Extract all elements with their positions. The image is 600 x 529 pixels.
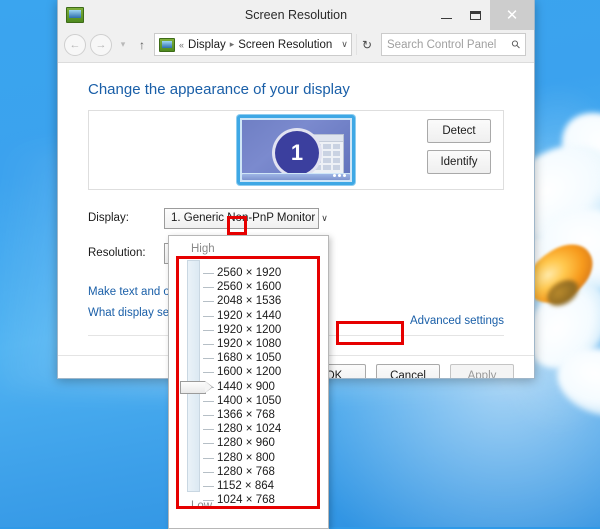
resolution-option[interactable]: 1280 × 768 — [217, 466, 275, 478]
display-select-value: 1. Generic Non-PnP Monitor — [171, 212, 316, 224]
resolution-option[interactable]: 1280 × 960 — [217, 437, 275, 449]
monitor-number-badge: 1 — [272, 128, 322, 173]
minimize-button[interactable] — [432, 0, 461, 30]
slider-high-label: High — [191, 243, 215, 255]
slider-tick — [203, 329, 214, 331]
resolution-dropdown-popup[interactable]: High 2560 × 1920 2560 × 1600 2048 × 1536 19… — [168, 235, 329, 529]
search-input[interactable]: Search Control Panel ⚲ — [381, 33, 526, 56]
search-placeholder: Search Control Panel — [387, 38, 497, 51]
display-label: Display: — [88, 212, 129, 224]
maximize-button[interactable] — [461, 0, 490, 30]
slider-tick — [203, 358, 214, 360]
refresh-button[interactable]: ↻ — [356, 34, 377, 55]
advanced-settings-link[interactable]: Advanced settings — [410, 315, 504, 327]
resolution-slider[interactable]: 2560 × 1920 2560 × 1600 2048 × 1536 1920 × … — [177, 258, 320, 506]
close-icon: ✕ — [505, 6, 519, 24]
breadcrumb-overflow[interactable]: « — [179, 40, 184, 50]
slider-tick — [203, 372, 214, 374]
resolution-label: Resolution: — [88, 247, 146, 259]
breadcrumb-display-icon — [159, 37, 175, 52]
slider-tick — [203, 344, 214, 345]
address-bar: ← → ▾ ↑ « Display ▸ Screen Resolution ∨ … — [58, 30, 534, 62]
slider-tick — [203, 301, 214, 303]
title-bar: Screen Resolution ✕ — [58, 0, 534, 30]
slider-tick — [203, 415, 214, 416]
breadcrumb-separator: ▸ — [229, 39, 235, 49]
breadcrumb-item-display[interactable]: Display — [188, 39, 226, 51]
display-select[interactable]: 1. Generic Non-PnP Monitor ∨ — [164, 207, 328, 229]
slider-tick — [203, 486, 214, 487]
resolution-option[interactable]: 1600 × 1200 — [217, 366, 281, 378]
identify-button[interactable]: Identify — [427, 150, 491, 174]
resolution-option[interactable]: 1680 × 1050 — [217, 352, 281, 364]
resolution-option[interactable]: 2560 × 1600 — [217, 281, 281, 293]
resolution-option[interactable]: 1024 × 768 — [217, 494, 275, 506]
resolution-option-list[interactable]: 2560 × 1920 2560 × 1600 2048 × 1536 1920 × … — [217, 258, 320, 506]
display-icon — [66, 7, 84, 23]
monitor-preview[interactable]: 1 — [237, 115, 355, 185]
maximize-icon — [470, 10, 481, 20]
detect-button[interactable]: Detect — [427, 119, 491, 143]
window-controls: ✕ — [432, 0, 534, 30]
slider-tick — [203, 273, 214, 274]
monitor-screen: 1 — [242, 120, 350, 173]
slider-tick — [203, 443, 214, 445]
refresh-icon: ↻ — [361, 37, 373, 52]
recent-locations-button[interactable]: ▾ — [116, 39, 130, 50]
resolution-option[interactable]: 2048 × 1536 — [217, 295, 281, 307]
display-field-row: Display: 1. Generic Non-PnP Monitor ∨ — [88, 207, 514, 229]
resolution-option[interactable]: 1400 × 1050 — [217, 395, 281, 407]
forward-button[interactable]: → — [90, 33, 112, 56]
cancel-button[interactable]: Cancel — [376, 364, 440, 378]
minimize-icon — [441, 18, 452, 19]
breadcrumb-dropdown-icon[interactable]: ∨ — [336, 39, 353, 50]
forward-icon: → — [95, 38, 107, 51]
slider-tick — [203, 457, 214, 459]
dialog-buttons: OK Cancel Apply — [302, 364, 514, 378]
resolution-option[interactable]: 1280 × 800 — [217, 452, 275, 464]
resolution-option[interactable]: 2560 × 1920 — [217, 267, 281, 279]
monitor-taskbar — [242, 174, 350, 180]
slider-track[interactable] — [187, 260, 200, 492]
resolution-option[interactable]: 1152 × 864 — [217, 480, 274, 492]
resolution-option[interactable]: 1440 × 900 — [217, 381, 275, 393]
slider-tick — [203, 315, 214, 317]
resolution-option[interactable]: 1920 × 1200 — [217, 324, 281, 336]
close-button[interactable]: ✕ — [490, 0, 534, 30]
resolution-option[interactable]: 1366 × 768 — [217, 409, 275, 421]
slider-ticks — [203, 258, 217, 502]
breadcrumb-item-screen-resolution[interactable]: Screen Resolution — [238, 39, 332, 51]
back-icon: ← — [69, 38, 81, 51]
up-button[interactable]: ↑ — [134, 38, 150, 52]
slider-tick — [203, 500, 214, 502]
slider-tick — [203, 287, 214, 289]
resolution-option[interactable]: 1920 × 1440 — [217, 310, 281, 322]
back-button[interactable]: ← — [64, 33, 86, 56]
apply-button: Apply — [450, 364, 514, 378]
slider-tick — [203, 429, 214, 431]
slider-tick — [203, 400, 214, 402]
taskbar-dots — [333, 174, 346, 177]
preview-actions: Detect Identify — [427, 119, 491, 174]
chevron-down-icon: ∨ — [321, 212, 328, 223]
slider-tick — [203, 471, 214, 473]
slider-thumb[interactable] — [180, 380, 213, 394]
resolution-option[interactable]: 1920 × 1080 — [217, 338, 281, 350]
resolution-option[interactable]: 1280 × 1024 — [217, 423, 281, 435]
display-preview-panel: 1 Detect Identify — [88, 110, 504, 190]
breadcrumb[interactable]: « Display ▸ Screen Resolution ∨ — [154, 33, 352, 56]
page-title: Change the appearance of your display — [88, 81, 350, 98]
